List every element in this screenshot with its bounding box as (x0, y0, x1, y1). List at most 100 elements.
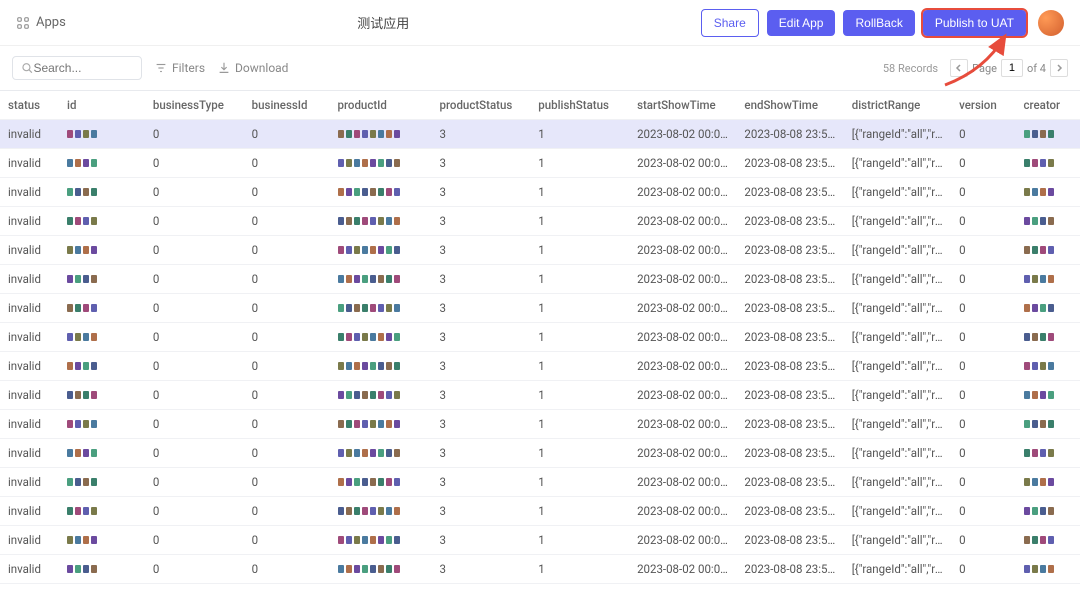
cell-endShowTime: 2023-08-08 23:5... (736, 323, 843, 352)
pager: Page of 4 (950, 59, 1068, 77)
filters-button[interactable]: Filters (154, 61, 205, 75)
page-prev-button[interactable] (950, 59, 968, 77)
cell-id (59, 178, 145, 207)
col-header-id[interactable]: id (59, 91, 145, 120)
table-row[interactable]: invalid00312023-08-02 00:0...2023-08-08 … (0, 439, 1080, 468)
col-header-districtRange[interactable]: districtRange (844, 91, 951, 120)
cell-publishStatus: 1 (530, 439, 629, 468)
cell-businessType: 0 (145, 381, 244, 410)
col-header-creator[interactable]: creator (1016, 91, 1080, 120)
cell-creator (1016, 410, 1080, 439)
col-header-productStatus[interactable]: productStatus (432, 91, 531, 120)
cell-endShowTime: 2023-08-08 23:5... (736, 526, 843, 555)
cell-status: invalid (0, 584, 59, 589)
data-table-wrap: status id businessType businessId produc… (0, 90, 1080, 589)
col-header-businessId[interactable]: businessId (244, 91, 330, 120)
cell-businessId: 0 (244, 439, 330, 468)
cell-productStatus: 3 (432, 294, 531, 323)
cell-version: 0 (951, 497, 1015, 526)
rollback-button[interactable]: RollBack (843, 10, 914, 36)
cell-publishStatus: 1 (530, 410, 629, 439)
table-row[interactable]: invalid00312023-08-02 00:0...2023-08-08 … (0, 497, 1080, 526)
cell-startShowTime: 2023-08-02 00:0... (629, 323, 736, 352)
table-row[interactable]: invalid00312023-08-02 00:0...2023-08-08 … (0, 352, 1080, 381)
cell-businessType: 0 (145, 555, 244, 584)
cell-businessId: 0 (244, 207, 330, 236)
page-input[interactable] (1001, 59, 1023, 77)
cell-productId (330, 149, 432, 178)
cell-productStatus: 3 (432, 584, 531, 589)
cell-publishStatus: 1 (530, 178, 629, 207)
table-row[interactable]: invalid00312023-08-02 00:0...2023-08-08 … (0, 236, 1080, 265)
cell-productId (330, 439, 432, 468)
col-header-startShowTime[interactable]: startShowTime (629, 91, 736, 120)
cell-status: invalid (0, 410, 59, 439)
cell-businessId: 0 (244, 497, 330, 526)
table-row[interactable]: invalid00312023-08-02 00:0...2023-08-08 … (0, 149, 1080, 178)
table-row[interactable]: invalid00312023-08-02 00:0...2023-08-08 … (0, 468, 1080, 497)
cell-productId (330, 265, 432, 294)
cell-productStatus: 3 (432, 381, 531, 410)
cell-startShowTime: 2023-08-02 00:0... (629, 555, 736, 584)
cell-businessType: 0 (145, 265, 244, 294)
cell-creator (1016, 236, 1080, 265)
cell-businessType: 0 (145, 236, 244, 265)
download-label: Download (235, 61, 288, 75)
cell-startShowTime: 2023-08-02 00:0... (629, 468, 736, 497)
col-header-publishStatus[interactable]: publishStatus (530, 91, 629, 120)
table-row[interactable]: invalid00312023-08-02 00:0...2023-08-08 … (0, 584, 1080, 589)
search-box[interactable] (12, 56, 142, 80)
edit-app-button[interactable]: Edit App (767, 10, 836, 36)
cell-businessId: 0 (244, 323, 330, 352)
table-row[interactable]: invalid00312023-08-02 00:0...2023-08-08 … (0, 526, 1080, 555)
cell-creator (1016, 149, 1080, 178)
cell-businessType: 0 (145, 120, 244, 149)
cell-publishStatus: 1 (530, 468, 629, 497)
publish-to-uat-button[interactable]: Publish to UAT (923, 10, 1026, 36)
share-button[interactable]: Share (701, 9, 759, 37)
cell-id (59, 120, 145, 149)
cell-businessType: 0 (145, 178, 244, 207)
cell-id (59, 526, 145, 555)
col-header-endShowTime[interactable]: endShowTime (736, 91, 843, 120)
search-input[interactable] (33, 61, 133, 75)
cell-endShowTime: 2023-08-08 23:5... (736, 410, 843, 439)
cell-businessId: 0 (244, 410, 330, 439)
cell-districtRange: [{"rangeId":"all","ra... (844, 468, 951, 497)
cell-businessType: 0 (145, 497, 244, 526)
table-row[interactable]: invalid00312023-08-02 00:0...2023-08-08 … (0, 323, 1080, 352)
cell-businessId: 0 (244, 236, 330, 265)
cell-productStatus: 3 (432, 468, 531, 497)
table-row[interactable]: invalid00312023-08-02 00:0...2023-08-08 … (0, 178, 1080, 207)
table-row[interactable]: invalid00312023-08-02 00:0...2023-08-08 … (0, 294, 1080, 323)
cell-id (59, 468, 145, 497)
cell-productStatus: 3 (432, 149, 531, 178)
table-row[interactable]: invalid00312023-08-02 00:0...2023-08-08 … (0, 265, 1080, 294)
table-row[interactable]: invalid00312023-08-02 00:0...2023-08-08 … (0, 381, 1080, 410)
table-row[interactable]: invalid00312023-08-02 00:0...2023-08-08 … (0, 120, 1080, 149)
cell-publishStatus: 1 (530, 526, 629, 555)
user-avatar[interactable] (1038, 10, 1064, 36)
table-row[interactable]: invalid00312023-08-02 00:0...2023-08-08 … (0, 555, 1080, 584)
cell-startShowTime: 2023-08-02 00:0... (629, 294, 736, 323)
col-header-version[interactable]: version (951, 91, 1015, 120)
cell-creator (1016, 497, 1080, 526)
download-button[interactable]: Download (217, 61, 288, 75)
chevron-right-icon (1055, 64, 1063, 72)
table-row[interactable]: invalid00312023-08-02 00:0...2023-08-08 … (0, 207, 1080, 236)
cell-businessType: 0 (145, 468, 244, 497)
col-header-businessType[interactable]: businessType (145, 91, 244, 120)
cell-endShowTime: 2023-08-08 23:5... (736, 497, 843, 526)
cell-version: 0 (951, 468, 1015, 497)
col-header-productId[interactable]: productId (330, 91, 432, 120)
table-row[interactable]: invalid00312023-08-02 00:0...2023-08-08 … (0, 410, 1080, 439)
cell-id (59, 207, 145, 236)
cell-districtRange: [{"rangeId":"all","ra... (844, 381, 951, 410)
cell-productStatus: 3 (432, 265, 531, 294)
cell-districtRange: [{"rangeId":"all","ra... (844, 236, 951, 265)
page-next-button[interactable] (1050, 59, 1068, 77)
cell-creator (1016, 352, 1080, 381)
cell-productStatus: 3 (432, 120, 531, 149)
apps-link[interactable]: Apps (16, 15, 66, 30)
col-header-status[interactable]: status (0, 91, 59, 120)
